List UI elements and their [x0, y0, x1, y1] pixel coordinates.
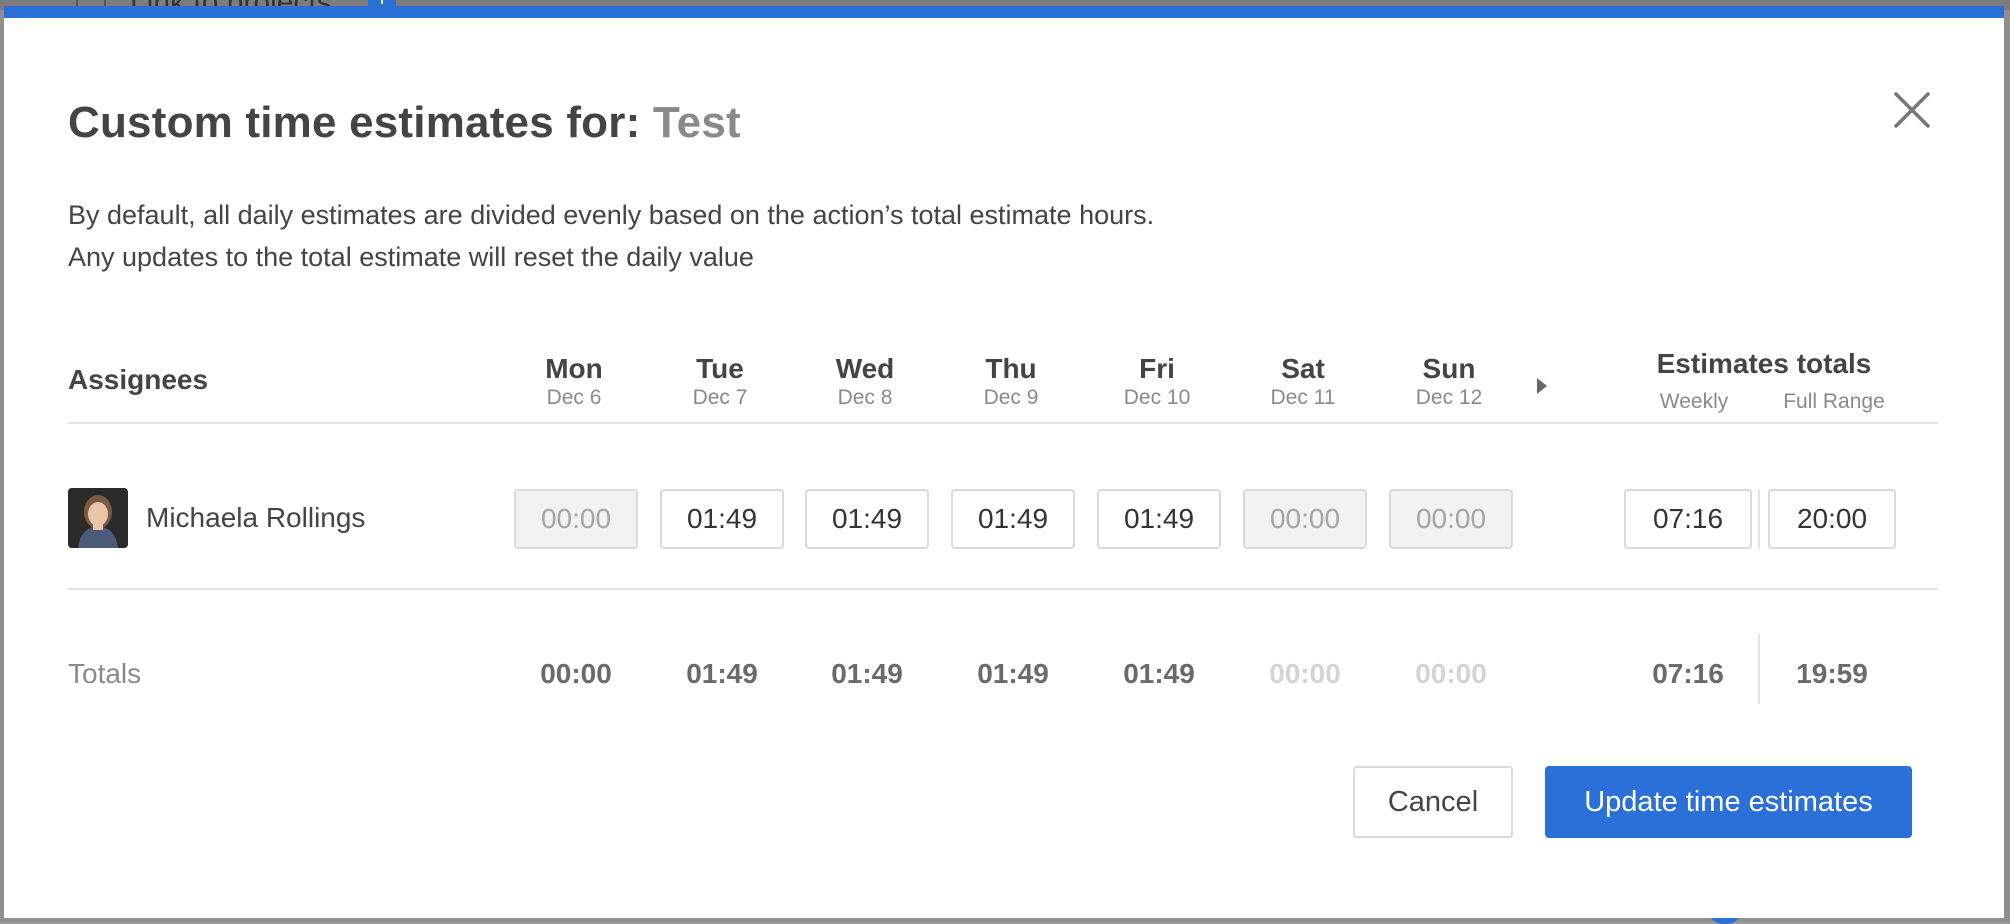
- total-fri: 01:49: [1123, 658, 1195, 689]
- row-divider: [68, 588, 1938, 590]
- cancel-button[interactable]: Cancel: [1353, 766, 1513, 838]
- total-sat: 00:00: [1269, 658, 1341, 689]
- estimate-input-fri[interactable]: [1097, 489, 1221, 549]
- day-header-sat: Sat Dec 11: [1243, 352, 1363, 410]
- day-date: Dec 9: [983, 386, 1039, 409]
- total-weekly: 07:16: [1652, 658, 1724, 689]
- day-header-sun: Sun Dec 12: [1389, 352, 1509, 410]
- day-header-wed: Wed Dec 8: [805, 352, 925, 410]
- weekly-total-input[interactable]: [1624, 489, 1752, 549]
- estimate-input-sun[interactable]: [1389, 489, 1513, 549]
- day-date: Dec 7: [692, 386, 748, 409]
- totals-row-separator: [1758, 634, 1760, 704]
- estimate-input-wed[interactable]: [805, 489, 929, 549]
- next-week-arrow-icon[interactable]: [1532, 374, 1552, 398]
- total-full-range: 19:59: [1796, 658, 1868, 689]
- weekly-label: Weekly: [1659, 390, 1729, 413]
- day-header-thu: Thu Dec 9: [951, 352, 1071, 410]
- title-action-name: Test: [652, 98, 741, 147]
- full-range-total-input[interactable]: [1768, 489, 1896, 549]
- totals-label: Totals: [68, 658, 142, 689]
- total-wed: 01:49: [831, 658, 903, 689]
- day-date: Dec 12: [1415, 386, 1483, 409]
- day-date: Dec 6: [546, 386, 602, 409]
- full-range-label: Full Range: [1783, 390, 1885, 413]
- day-header-mon: Mon Dec 6: [514, 352, 634, 410]
- day-header-tue: Tue Dec 7: [660, 352, 780, 410]
- day-name: Tue: [696, 353, 744, 384]
- day-name: Fri: [1139, 353, 1175, 384]
- assignees-header: Assignees: [68, 364, 209, 395]
- day-date: Dec 11: [1270, 386, 1336, 409]
- close-icon[interactable]: [1888, 86, 1936, 134]
- day-name: Sun: [1422, 353, 1476, 384]
- update-time-estimates-button[interactable]: Update time estimates: [1545, 766, 1912, 838]
- totals-separator: [1758, 489, 1760, 549]
- day-name: Mon: [545, 353, 603, 384]
- estimate-input-sat[interactable]: [1243, 489, 1367, 549]
- modal-title: Custom time estimates for: Test: [68, 98, 741, 148]
- day-name: Thu: [985, 353, 1037, 384]
- estimate-input-thu[interactable]: [951, 489, 1075, 549]
- title-prefix: Custom time estimates for:: [68, 98, 653, 147]
- estimate-input-tue[interactable]: [660, 489, 784, 549]
- description-line-1: By default, all daily estimates are divi…: [68, 200, 1155, 230]
- day-date: Dec 10: [1123, 386, 1191, 409]
- avatar: [68, 488, 128, 548]
- total-mon: 00:00: [540, 658, 612, 689]
- estimates-totals-header: Estimates totals: [1656, 348, 1872, 379]
- time-estimates-modal: Custom time estimates for: Test By defau…: [4, 6, 2004, 918]
- avatar-image: [68, 488, 128, 548]
- description-line-2: Any updates to the total estimate will r…: [68, 242, 754, 272]
- estimate-input-mon[interactable]: [514, 489, 638, 549]
- assignee-name: Michaela Rollings: [146, 502, 366, 533]
- modal-description: By default, all daily estimates are divi…: [68, 194, 1154, 278]
- total-sun: 00:00: [1415, 658, 1487, 689]
- day-name: Wed: [835, 353, 895, 384]
- total-thu: 01:49: [977, 658, 1049, 689]
- day-date: Dec 8: [837, 386, 893, 409]
- header-divider: [68, 422, 1938, 424]
- day-name: Sat: [1281, 353, 1325, 384]
- total-tue: 01:49: [686, 658, 758, 689]
- day-header-fri: Fri Dec 10: [1097, 352, 1217, 410]
